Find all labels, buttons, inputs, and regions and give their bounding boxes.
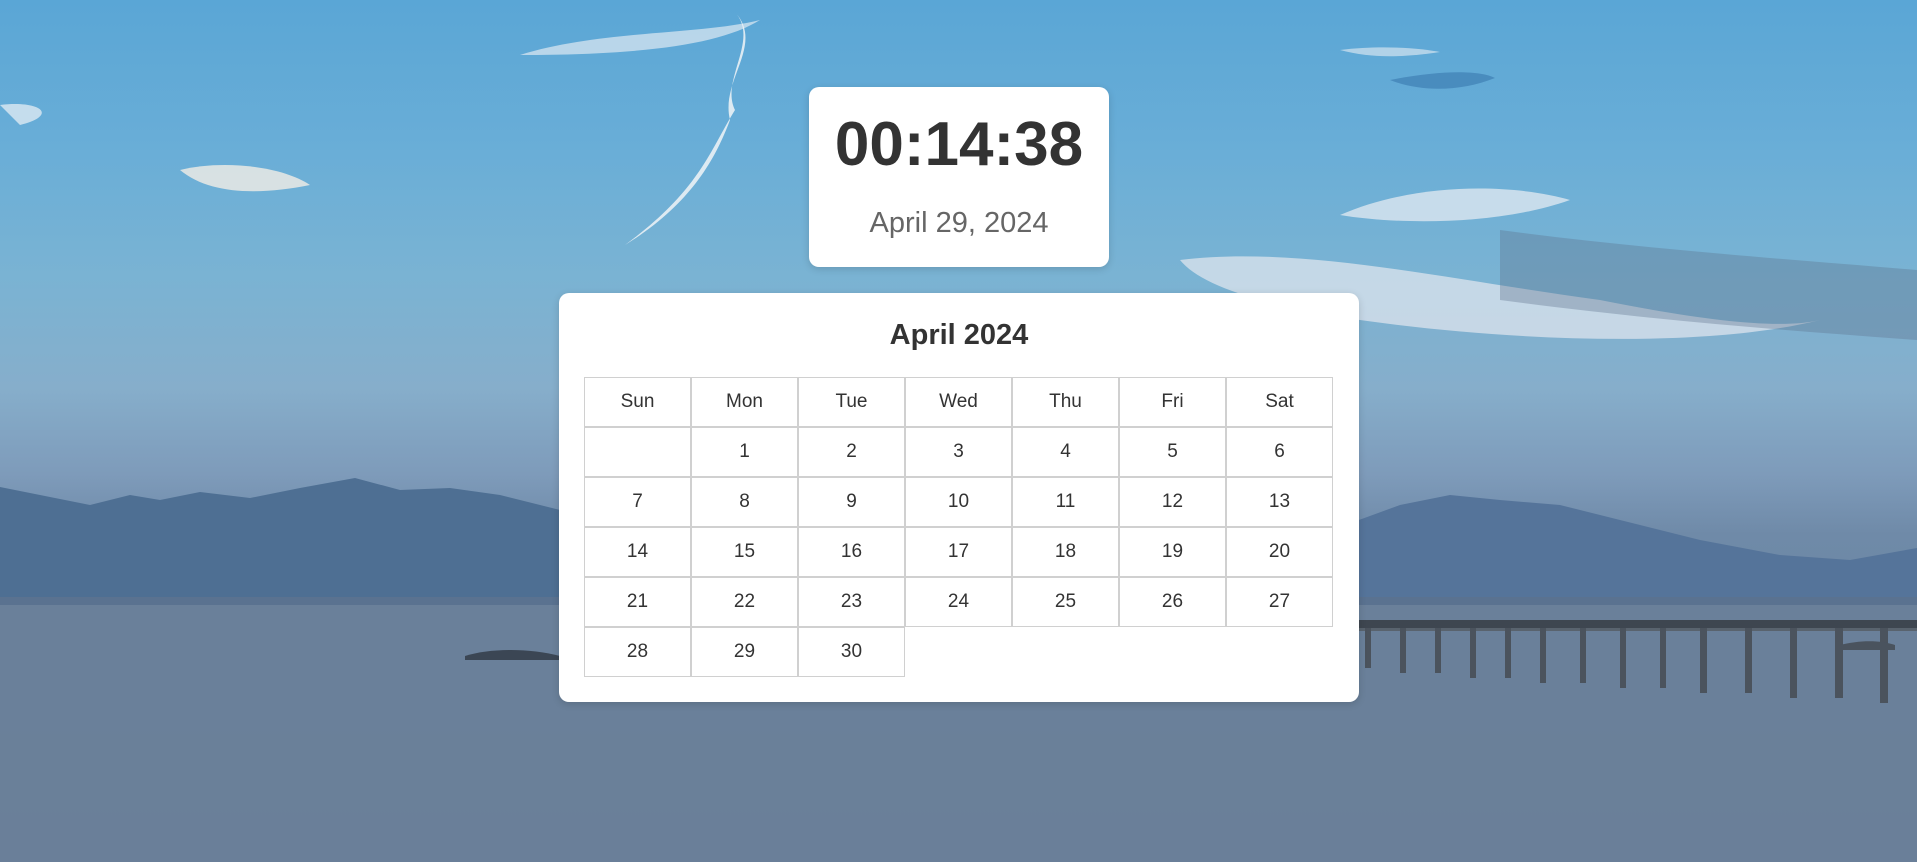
calendar-day[interactable]: 6 <box>1226 427 1333 477</box>
weekday-header: Sat <box>1226 377 1333 427</box>
calendar-day[interactable]: 23 <box>798 577 905 627</box>
calendar-blank <box>1119 627 1226 677</box>
clock-time: 00:14:38 <box>834 110 1084 179</box>
calendar-day[interactable]: 11 <box>1012 477 1119 527</box>
calendar-day[interactable]: 8 <box>691 477 798 527</box>
calendar-day[interactable]: 20 <box>1226 527 1333 577</box>
calendar-day[interactable]: 5 <box>1119 427 1226 477</box>
calendar-day[interactable]: 3 <box>905 427 1012 477</box>
calendar-blank <box>905 627 1012 677</box>
calendar-day[interactable]: 22 <box>691 577 798 627</box>
calendar-day[interactable]: 17 <box>905 527 1012 577</box>
calendar-day[interactable]: 7 <box>584 477 691 527</box>
calendar-day[interactable]: 25 <box>1012 577 1119 627</box>
calendar-day[interactable]: 29 <box>691 627 798 677</box>
calendar-day[interactable]: 26 <box>1119 577 1226 627</box>
calendar-card: April 2024 Sun Mon Tue Wed Thu Fri Sat 1 2 3 4 5 6 7 8… <box>559 293 1359 702</box>
clock-date: April 29, 2024 <box>869 207 1049 239</box>
calendar-day[interactable]: 28 <box>584 627 691 677</box>
calendar-title: April 2024 <box>889 319 1029 351</box>
calendar-day[interactable]: 21 <box>584 577 691 627</box>
weekday-header: Wed <box>905 377 1012 427</box>
calendar-day[interactable]: 18 <box>1012 527 1119 577</box>
weekday-header: Fri <box>1119 377 1226 427</box>
calendar-day[interactable]: 19 <box>1119 527 1226 577</box>
calendar-day[interactable]: 2 <box>798 427 905 477</box>
calendar-day[interactable]: 30 <box>798 627 905 677</box>
calendar-day[interactable]: 16 <box>798 527 905 577</box>
calendar-day[interactable]: 14 <box>584 527 691 577</box>
calendar-day[interactable]: 27 <box>1226 577 1333 627</box>
weekday-header: Tue <box>798 377 905 427</box>
weekday-header: Mon <box>691 377 798 427</box>
weekday-header: Thu <box>1012 377 1119 427</box>
calendar-day[interactable]: 12 <box>1119 477 1226 527</box>
calendar-blank <box>1226 627 1333 677</box>
calendar-day[interactable]: 1 <box>691 427 798 477</box>
weekday-header: Sun <box>584 377 691 427</box>
calendar-day[interactable]: 10 <box>905 477 1012 527</box>
calendar-day[interactable]: 24 <box>905 577 1012 627</box>
calendar-day[interactable]: 15 <box>691 527 798 577</box>
clock-card: 00:14:38 April 29, 2024 <box>809 87 1109 267</box>
calendar-day[interactable]: 4 <box>1012 427 1119 477</box>
calendar-grid: Sun Mon Tue Wed Thu Fri Sat 1 2 3 4 5 6 7 8 9 10 11 12 13 14… <box>584 377 1334 677</box>
calendar-day[interactable]: 9 <box>798 477 905 527</box>
calendar-blank <box>1012 627 1119 677</box>
calendar-day[interactable]: 13 <box>1226 477 1333 527</box>
calendar-empty-day <box>584 427 691 477</box>
